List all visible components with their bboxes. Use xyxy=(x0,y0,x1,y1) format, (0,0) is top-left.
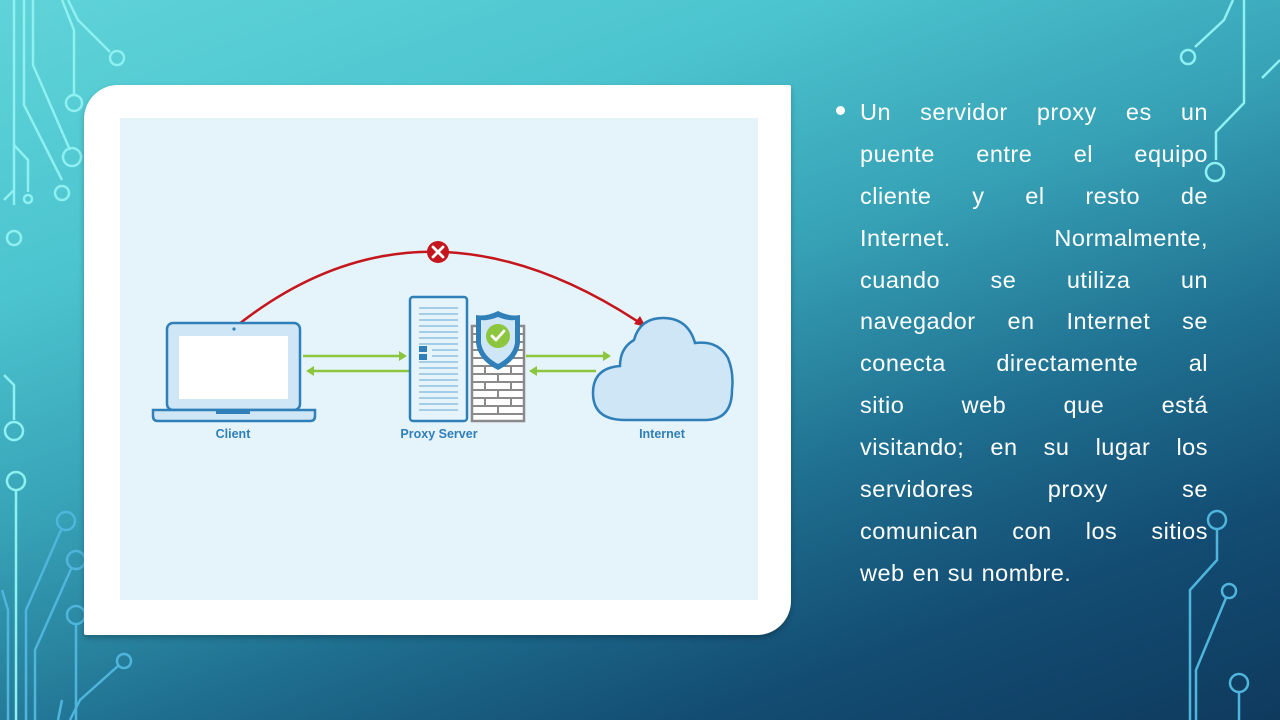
text-word: su xyxy=(947,559,974,586)
text-word: que xyxy=(1063,392,1105,419)
text-line: cuando se utiliza un xyxy=(860,260,1208,302)
text-word: el xyxy=(1073,140,1094,167)
text-word: servidores xyxy=(860,476,974,503)
text-word: al xyxy=(1188,350,1208,377)
blocked-x-icon xyxy=(427,241,449,263)
text-word: está xyxy=(1161,392,1208,419)
request-arrows-left xyxy=(303,351,410,376)
image-card: Client Proxy Server Internet xyxy=(84,85,791,635)
text-word: visitando; xyxy=(860,434,965,461)
internet-label: Internet xyxy=(639,427,685,441)
text-word: sitio xyxy=(860,392,905,419)
text-line: puente entre el equipo xyxy=(860,134,1208,176)
text-word: web xyxy=(860,559,905,586)
text-word: se xyxy=(1182,308,1208,335)
text-word: un xyxy=(1180,99,1208,125)
text-word: en xyxy=(990,434,1018,461)
text-line: Internet. Normalmente, xyxy=(860,218,1208,260)
text-word: equipo xyxy=(1134,140,1208,167)
text-word: con xyxy=(1012,517,1052,544)
text-word: directamente xyxy=(996,350,1139,377)
text-word: nombre. xyxy=(981,559,1072,586)
text-word: Un xyxy=(860,99,892,125)
laptop-icon xyxy=(151,321,317,423)
bullet-paragraph: Un servidor proxy es un puente entre el equipo cl… xyxy=(836,92,1208,595)
text-word: el xyxy=(1025,182,1045,209)
text-word: en xyxy=(1007,308,1035,335)
proxy-diagram: Client Proxy Server Internet xyxy=(120,118,758,600)
text-word: conecta xyxy=(860,350,946,377)
text-line: visitando; en su lugar los xyxy=(860,427,1208,469)
text-word: en xyxy=(912,559,940,586)
proxy-server-icon xyxy=(408,295,469,423)
bullet-icon xyxy=(836,106,845,115)
text-word: proxy xyxy=(1036,99,1097,125)
text-word: es xyxy=(1125,99,1152,125)
text-word: web xyxy=(961,392,1007,419)
text-line: web en su nombre. xyxy=(860,553,1208,595)
text-word: servidor xyxy=(920,99,1008,125)
text-word: Normalmente, xyxy=(1054,224,1208,251)
text-line: sitio web que está xyxy=(860,385,1208,427)
text-word: Internet. xyxy=(860,224,951,251)
text-word: Internet xyxy=(1066,308,1151,335)
text-word: de xyxy=(1180,182,1208,209)
text-word: cliente xyxy=(860,182,932,209)
text-word: proxy xyxy=(1047,476,1108,503)
text-word: cuando xyxy=(860,266,941,293)
text-word: su xyxy=(1043,434,1070,461)
text-word: se xyxy=(990,266,1017,293)
text-word: entre xyxy=(976,140,1033,167)
proxy-server-label: Proxy Server xyxy=(400,427,478,441)
text-word: los xyxy=(1176,434,1208,461)
text-word: se xyxy=(1182,476,1208,503)
text-word: un xyxy=(1180,266,1208,293)
text-word: utiliza xyxy=(1066,266,1131,293)
text-word: puente xyxy=(860,140,935,167)
text-word: comunican xyxy=(860,517,979,544)
text-line: navegador en Internet se xyxy=(860,301,1208,343)
text-word: navegador xyxy=(860,308,976,335)
text-word: sitios xyxy=(1151,517,1208,544)
text-word: resto xyxy=(1085,182,1141,209)
internet-cloud-icon xyxy=(591,316,734,422)
text-line: comunican con los sitios xyxy=(860,511,1208,553)
text-word: y xyxy=(972,182,985,209)
text-word: los xyxy=(1085,517,1118,544)
text-line: conecta directamente al xyxy=(860,343,1208,385)
text-line: Un servidor proxy es un xyxy=(860,92,1208,134)
text-line: servidores proxy se xyxy=(860,469,1208,511)
request-arrows-right xyxy=(526,351,611,376)
text-word: lugar xyxy=(1095,434,1151,461)
text-line: cliente y el resto de xyxy=(860,176,1208,218)
client-label: Client xyxy=(215,427,251,441)
